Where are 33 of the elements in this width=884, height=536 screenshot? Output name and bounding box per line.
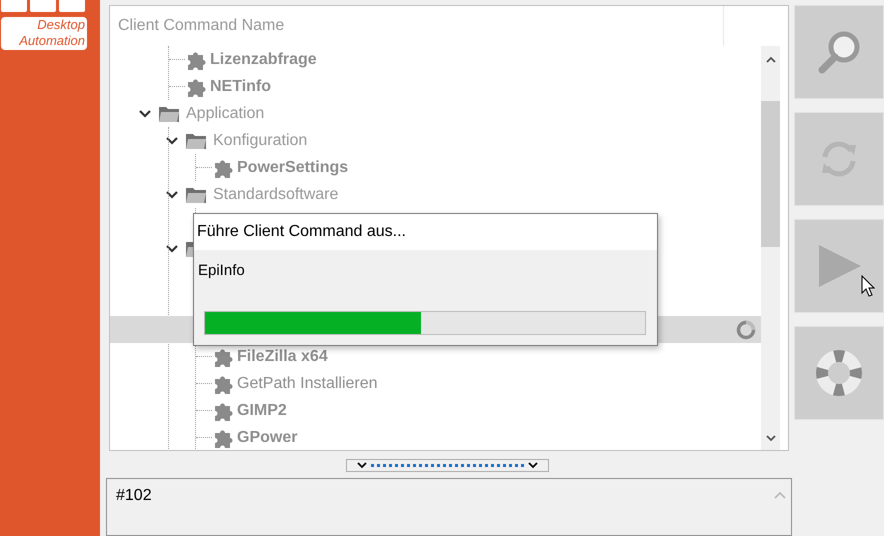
- search-icon: [816, 29, 862, 75]
- dialog-message: EpiInfo: [197, 261, 246, 281]
- scrollbar[interactable]: [761, 46, 780, 450]
- log-field[interactable]: #102: [106, 478, 792, 536]
- lifebuoy-icon: [815, 349, 863, 397]
- splitter-handle[interactable]: [346, 459, 549, 472]
- scroll-down-icon[interactable]: [766, 435, 776, 442]
- column-header[interactable]: Client Command Name: [118, 6, 724, 46]
- folder-icon: [185, 186, 207, 204]
- play-icon: [817, 245, 861, 287]
- logo-tagline: Desktop Automation: [1, 17, 87, 50]
- scrollbar-thumb[interactable]: [761, 101, 780, 247]
- tree-item[interactable]: Lizenzabfrage: [210, 48, 317, 72]
- folder-icon: [185, 132, 207, 150]
- chevron-icon[interactable]: [166, 242, 178, 254]
- tree-item[interactable]: FileZilla x64: [237, 344, 328, 368]
- cursor-icon: [861, 275, 875, 297]
- tree-item[interactable]: PowerSettings: [237, 156, 348, 180]
- chevron-icon[interactable]: [166, 134, 178, 146]
- tree-item[interactable]: NETinfo: [210, 74, 272, 98]
- tree-item[interactable]: Konfiguration: [213, 128, 308, 152]
- tree-item[interactable]: GPower: [237, 426, 298, 450]
- chevron-icon[interactable]: [138, 108, 150, 120]
- dialog-title: Führe Client Command aus...: [194, 214, 657, 250]
- folder-icon: [158, 104, 180, 122]
- tree-item[interactable]: Application: [186, 102, 264, 126]
- scroll-up-icon[interactable]: [766, 56, 776, 63]
- search-button[interactable]: [794, 5, 884, 99]
- tree-item[interactable]: GIMP2: [237, 398, 287, 422]
- tree-item[interactable]: Standardsoftware: [213, 182, 338, 206]
- help-button[interactable]: [794, 326, 884, 420]
- tree-item[interactable]: GetPath Installieren: [237, 372, 378, 396]
- chevron-icon[interactable]: [166, 188, 178, 200]
